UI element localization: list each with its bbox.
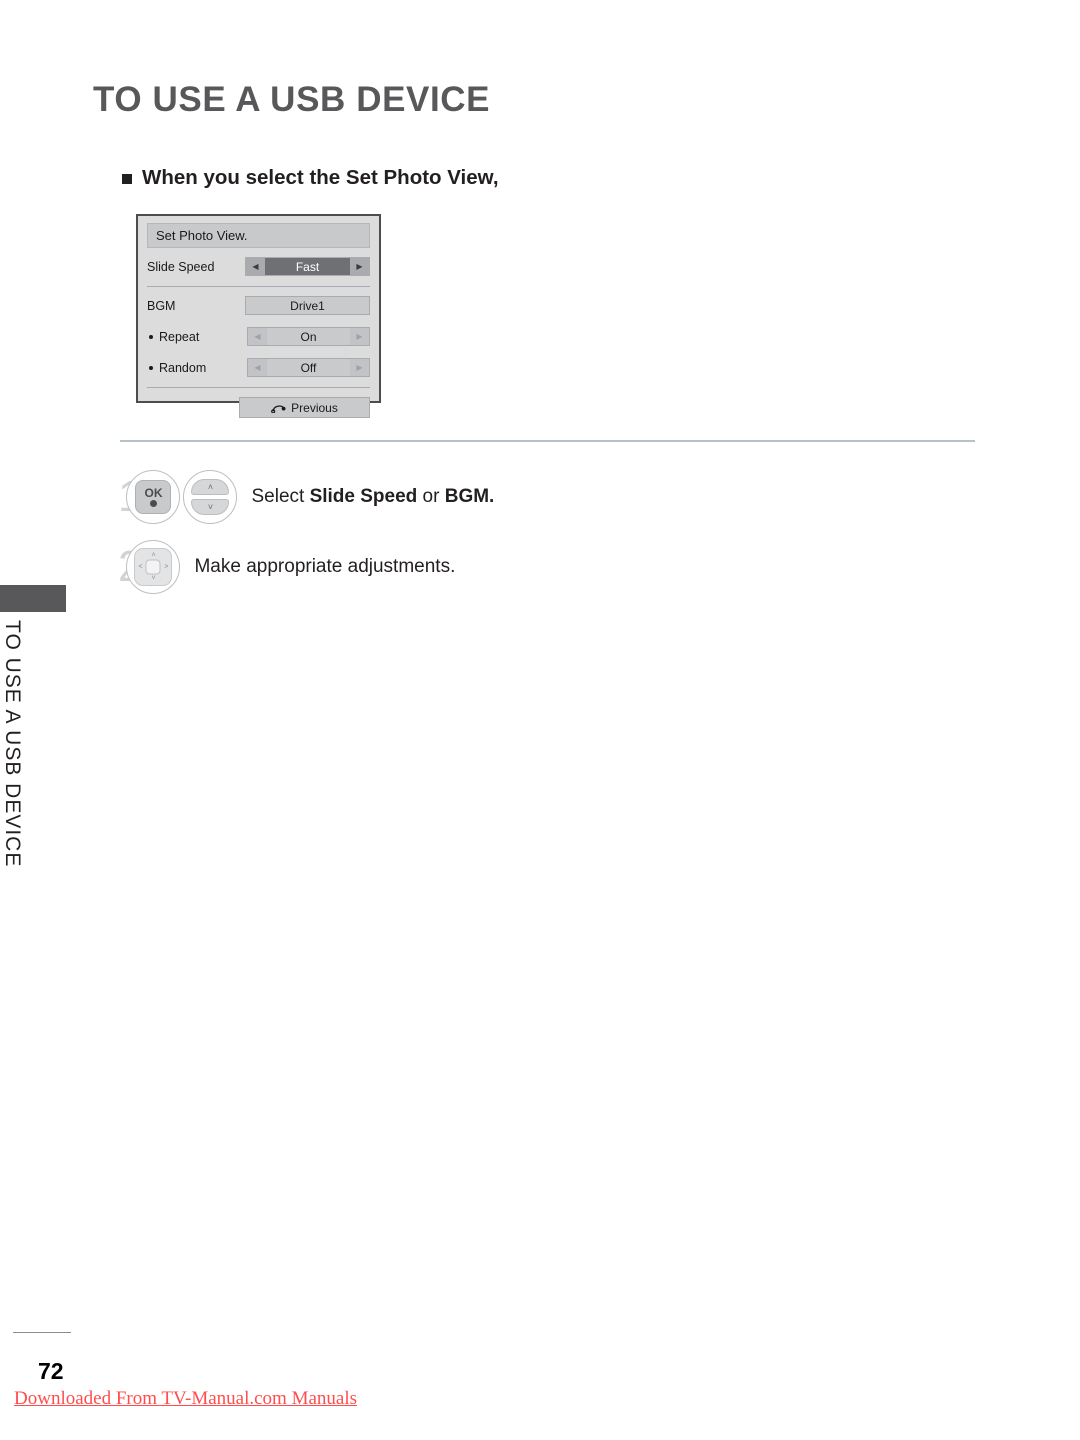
step-2: 2 ˄ ˂ ˃ ˅ Make appropriate adjustments.	[118, 540, 455, 594]
row-bgm: BGM Drive1	[147, 293, 370, 318]
spinner-random[interactable]: ◀ Off ▶	[247, 358, 370, 377]
left-arrow-icon[interactable]: ◀	[248, 328, 267, 345]
square-bullet-icon	[122, 174, 132, 184]
label-random-text: Random	[159, 360, 207, 375]
label-repeat-text: Repeat	[159, 329, 200, 344]
left-arrow-icon[interactable]: ◀	[248, 359, 267, 376]
spinner-repeat[interactable]: ◀ On ▶	[247, 327, 370, 346]
page-number: 72	[38, 1358, 64, 1384]
row-random: Random ◀ Off ▶	[147, 355, 370, 380]
dpad-up-chevron-icon[interactable]: ˄	[151, 552, 155, 559]
page-title: TO USE A USB DEVICE	[93, 80, 491, 119]
spinner-slide-speed[interactable]: ◀ Fast ▶	[245, 257, 370, 276]
return-arrow-icon	[271, 405, 286, 413]
step-2-text: Make appropriate adjustments.	[194, 556, 456, 577]
ok-button-icon[interactable]: OK	[126, 470, 181, 524]
left-arrow-icon[interactable]: ◀	[246, 258, 265, 275]
footer-rule	[13, 1332, 71, 1333]
right-arrow-icon[interactable]: ▶	[350, 258, 369, 275]
row-repeat: Repeat ◀ On ▶	[147, 324, 370, 349]
step-1: 1 OK ˄ ˅ Select Slide Speed or BGM.	[118, 470, 494, 524]
dot-bullet-icon	[149, 334, 153, 339]
dialog-title: Set Photo View.	[147, 223, 370, 248]
dpad-center-button[interactable]	[145, 559, 161, 575]
up-chevron-icon[interactable]: ˄	[191, 479, 230, 495]
watermark-link[interactable]: Downloaded From TV-Manual.com Manuals	[14, 1388, 357, 1410]
value-random: Off	[267, 359, 350, 376]
section-subtitle: When you select the Set Photo View,	[122, 166, 499, 190]
footer-separator	[147, 387, 370, 388]
label-slide-speed: Slide Speed	[147, 259, 215, 274]
dpad-navigation-icon[interactable]: ˄ ˂ ˃ ˅	[126, 540, 181, 594]
previous-button[interactable]: Previous	[239, 397, 370, 418]
step-1-text: Select Slide Speed or BGM.	[251, 486, 494, 508]
right-arrow-icon[interactable]: ▶	[350, 328, 369, 345]
section-subtitle-label: When you select the Set Photo View,	[142, 166, 499, 189]
up-down-key: ˄ ˅	[191, 479, 230, 515]
set-photo-view-dialog: Set Photo View. Slide Speed ◀ Fast ▶ BGM…	[136, 214, 381, 418]
ok-key-dot-icon	[149, 500, 157, 507]
dot-bullet-icon	[149, 365, 153, 370]
dpad-left-chevron-icon[interactable]: ˂	[138, 564, 142, 571]
dpad-key: ˄ ˂ ˃ ˅	[134, 548, 173, 586]
step-1-text-part-1: Select	[251, 486, 310, 507]
step-1-text-part-2: Slide Speed	[309, 486, 418, 507]
label-bgm: BGM	[147, 298, 176, 313]
value-repeat: On	[267, 328, 350, 345]
ok-key: OK	[135, 480, 172, 514]
label-random: Random	[147, 361, 247, 375]
down-chevron-icon[interactable]: ˅	[191, 499, 230, 515]
section-separator	[147, 286, 370, 287]
step-1-text-part-4: BGM.	[444, 486, 495, 507]
label-repeat: Repeat	[147, 330, 247, 344]
content-divider	[120, 440, 975, 442]
value-bgm-drive[interactable]: Drive1	[245, 296, 370, 315]
right-arrow-icon[interactable]: ▶	[350, 359, 369, 376]
side-chapter-tab	[0, 585, 66, 612]
previous-button-label: Previous	[291, 400, 338, 415]
value-slide-speed: Fast	[265, 258, 350, 275]
step-1-text-part-3: or	[417, 486, 445, 507]
row-slide-speed: Slide Speed ◀ Fast ▶	[147, 254, 370, 279]
dialog-footer: Previous	[147, 397, 370, 418]
dpad-right-chevron-icon[interactable]: ˃	[164, 564, 168, 571]
dpad-down-chevron-icon[interactable]: ˅	[151, 575, 155, 582]
side-chapter-label: TO USE A USB DEVICE	[1, 620, 24, 868]
ok-key-label: OK	[144, 486, 163, 500]
up-down-arrows-icon[interactable]: ˄ ˅	[183, 470, 238, 524]
